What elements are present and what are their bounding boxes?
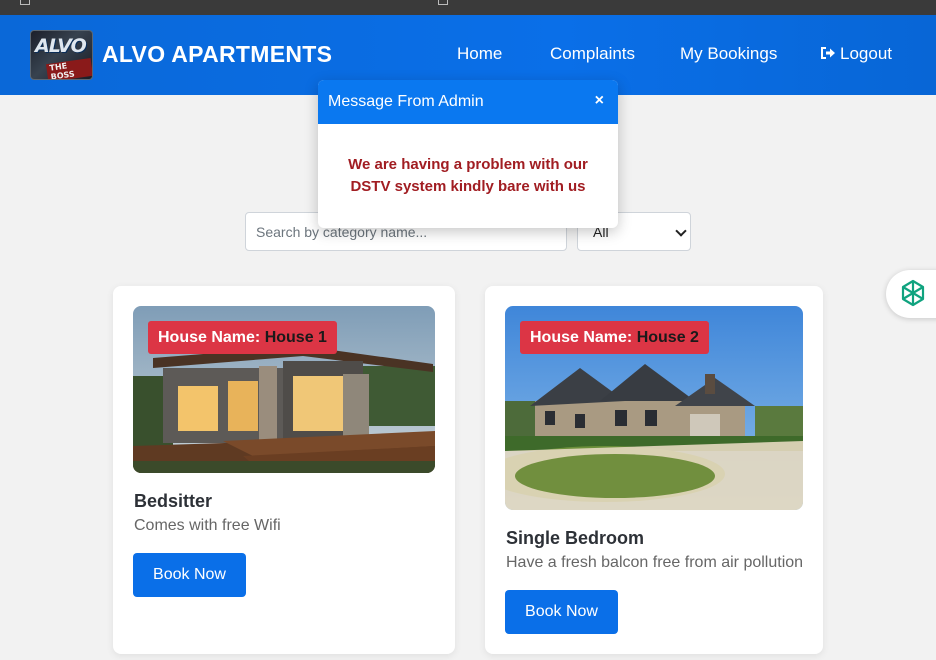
- listing-card: House Name: House 1 Bedsitter Comes with…: [113, 286, 455, 654]
- browser-top-strip: [0, 0, 936, 15]
- badge-label: House Name:: [158, 329, 261, 346]
- chatgpt-icon: [901, 279, 925, 307]
- nav-complaints-link[interactable]: Complaints: [550, 44, 635, 64]
- book-now-button[interactable]: Book Now: [133, 553, 246, 597]
- logo-subtext: THE BOSS: [45, 57, 92, 79]
- badge-value: House 1: [264, 329, 327, 346]
- logo[interactable]: ALVO THE BOSS: [30, 30, 93, 80]
- sign-out-icon: [821, 47, 835, 59]
- listing-description: Comes with free Wifi: [134, 517, 281, 534]
- house-name-badge: House Name: House 1: [148, 321, 337, 354]
- modal-title: Message From Admin: [328, 93, 484, 110]
- brand-name[interactable]: ALVO APARTMENTS: [102, 41, 332, 68]
- chevron-down-icon: [675, 225, 687, 237]
- modal-header: Message From Admin ×: [318, 80, 618, 124]
- house-name-badge: House Name: House 2: [520, 321, 709, 354]
- badge-value: House 2: [636, 329, 699, 346]
- assistant-extension-button[interactable]: [886, 270, 936, 318]
- listing-category: Bedsitter: [134, 491, 213, 511]
- book-now-button[interactable]: Book Now: [505, 590, 618, 634]
- nav-home-link[interactable]: Home: [457, 44, 502, 64]
- house-photo: House Name: House 1: [133, 306, 435, 473]
- listing-category: Single Bedroom: [506, 528, 645, 548]
- badge-label: House Name:: [530, 329, 633, 346]
- close-icon[interactable]: ×: [595, 92, 604, 110]
- admin-message-modal: Message From Admin × We are having a pro…: [318, 80, 618, 228]
- nav-logout-label: Logout: [840, 44, 892, 63]
- nav-logout-link[interactable]: Logout: [820, 44, 892, 64]
- house-photo: House Name: House 2: [505, 306, 803, 510]
- browser-glyph-icon: [438, 0, 448, 5]
- listing-card: House Name: House 2 Single Bedroom Have …: [485, 286, 823, 654]
- browser-glyph-icon: [20, 0, 30, 5]
- listing-description: Have a fresh balcon free from air pollut…: [506, 554, 804, 571]
- nav-my-bookings-link[interactable]: My Bookings: [680, 44, 777, 64]
- modal-message: We are having a problem with our DSTV sy…: [348, 156, 588, 195]
- logo-text: ALVO: [35, 35, 87, 57]
